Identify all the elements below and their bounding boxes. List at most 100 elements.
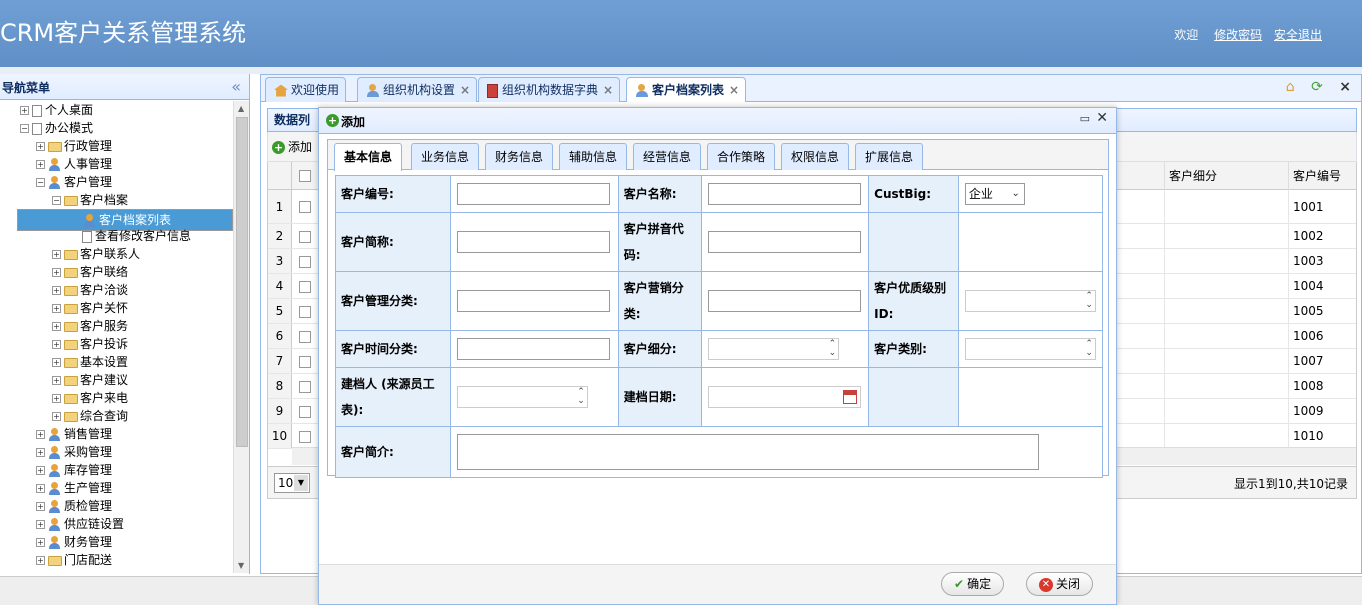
quality-level-spinner[interactable]: ⌃ ⌄ bbox=[964, 290, 1096, 312]
column-header-segment[interactable]: 客户细分 bbox=[1164, 162, 1288, 190]
expand-icon[interactable]: + bbox=[36, 142, 45, 151]
tree-item-inventory[interactable]: + 库存管理 bbox=[36, 461, 112, 479]
tab-basic-info[interactable]: 基本信息 bbox=[334, 143, 403, 171]
tree-item-suggestion[interactable]: + 客户建议 bbox=[52, 371, 128, 389]
tree-item-basic-settings[interactable]: + 基本设置 bbox=[52, 353, 128, 371]
tab-operation-info[interactable]: 经营信息 bbox=[633, 143, 702, 170]
tab-auxiliary-info[interactable]: 辅助信息 bbox=[559, 143, 628, 170]
row-checkbox[interactable] bbox=[299, 380, 311, 393]
expand-icon[interactable]: + bbox=[36, 520, 45, 529]
expand-icon[interactable]: + bbox=[52, 394, 61, 403]
tab-permission-info[interactable]: 权限信息 bbox=[781, 143, 850, 170]
row-checkbox[interactable] bbox=[299, 430, 311, 443]
column-header-code[interactable]: 客户编号 bbox=[1288, 162, 1356, 190]
spinner-arrows-icon[interactable]: ⌃ ⌄ bbox=[1085, 292, 1093, 310]
tab-welcome[interactable]: 欢迎使用 bbox=[265, 77, 347, 103]
home-tool-icon[interactable]: ⌂ bbox=[1286, 79, 1295, 95]
tab-org-dictionary[interactable]: 组织机构数据字典 × bbox=[478, 77, 621, 103]
sidebar-scrollbar[interactable]: ▲ ▼ bbox=[233, 101, 249, 573]
customer-code-input[interactable] bbox=[456, 183, 610, 205]
marketing-class-input[interactable] bbox=[708, 290, 862, 312]
row-checkbox[interactable] bbox=[299, 230, 311, 243]
tree-item-liaison[interactable]: + 客户联络 bbox=[52, 263, 128, 281]
tree-item-view-edit-customer[interactable]: 查看修改客户信息 bbox=[82, 227, 191, 245]
tree-item-incoming-call[interactable]: + 客户来电 bbox=[52, 389, 128, 407]
tree-item-contacts[interactable]: + 客户联系人 bbox=[52, 245, 140, 263]
mgmt-class-input[interactable] bbox=[456, 290, 610, 312]
close-button[interactable]: ✕ 关闭 bbox=[1026, 572, 1094, 596]
calendar-icon[interactable] bbox=[843, 390, 858, 404]
create-date-input[interactable] bbox=[708, 386, 862, 408]
change-password-link[interactable]: 修改密码 bbox=[1214, 28, 1262, 42]
tree-item-office[interactable]: − 办公模式 bbox=[20, 119, 93, 137]
tree-item-negotiation[interactable]: + 客户洽谈 bbox=[52, 281, 128, 299]
refresh-icon[interactable]: ⟳ bbox=[1311, 79, 1323, 95]
collapse-node-icon[interactable]: − bbox=[36, 178, 45, 187]
tree-item-customer-archive[interactable]: − 客户档案 bbox=[52, 191, 128, 209]
tab-business-info[interactable]: 业务信息 bbox=[411, 143, 480, 170]
tab-finance-info[interactable]: 财务信息 bbox=[485, 143, 554, 170]
expand-icon[interactable]: + bbox=[36, 556, 45, 565]
expand-icon[interactable]: + bbox=[52, 286, 61, 295]
customer-name-input[interactable] bbox=[708, 183, 862, 205]
collapse-node-icon[interactable]: − bbox=[52, 196, 61, 205]
tree-item-care[interactable]: + 客户关怀 bbox=[52, 299, 128, 317]
tab-extension-info[interactable]: 扩展信息 bbox=[855, 143, 924, 170]
tree-item-hr[interactable]: + 人事管理 bbox=[36, 155, 112, 173]
tree-item-finance[interactable]: + 财务管理 bbox=[36, 533, 112, 551]
intro-textarea[interactable] bbox=[456, 434, 1039, 470]
expand-icon[interactable]: + bbox=[52, 250, 61, 259]
expand-icon[interactable]: + bbox=[36, 448, 45, 457]
tree-item-service[interactable]: + 客户服务 bbox=[52, 317, 128, 335]
expand-icon[interactable]: + bbox=[52, 412, 61, 421]
tree-item-production[interactable]: + 生产管理 bbox=[36, 479, 112, 497]
expand-icon[interactable]: + bbox=[52, 376, 61, 385]
logout-link[interactable]: 安全退出 bbox=[1274, 28, 1322, 42]
tab-cooperation-strategy[interactable]: 合作策略 bbox=[707, 143, 776, 170]
collapse-icon[interactable]: « bbox=[231, 77, 241, 96]
tree-item-supply-chain[interactable]: + 供应链设置 bbox=[36, 515, 124, 533]
tree-item-customer-mgmt[interactable]: − 客户管理 bbox=[36, 173, 112, 191]
tree-item-personal-desk[interactable]: + 个人桌面 bbox=[20, 101, 93, 119]
creator-spinner[interactable]: ⌃ ⌄ bbox=[456, 386, 588, 408]
expand-icon[interactable]: + bbox=[52, 304, 61, 313]
tree-item-complaint[interactable]: + 客户投诉 bbox=[52, 335, 128, 353]
expand-icon[interactable]: + bbox=[36, 502, 45, 511]
close-icon[interactable]: × bbox=[729, 83, 739, 97]
row-checkbox[interactable] bbox=[299, 280, 311, 293]
scroll-up-icon[interactable]: ▲ bbox=[238, 104, 244, 113]
tree-item-store-delivery[interactable]: + 门店配送 bbox=[36, 551, 112, 569]
toolbar-add-button[interactable]: + 添加 bbox=[272, 138, 312, 155]
expand-icon[interactable]: + bbox=[52, 268, 61, 277]
confirm-button[interactable]: ✔ 确定 bbox=[941, 572, 1005, 596]
pinyin-code-input[interactable] bbox=[708, 231, 862, 253]
expand-icon[interactable]: + bbox=[52, 322, 61, 331]
expand-icon[interactable]: + bbox=[20, 106, 29, 115]
row-checkbox[interactable] bbox=[299, 201, 311, 213]
close-icon[interactable]: × bbox=[460, 83, 470, 97]
row-checkbox[interactable] bbox=[299, 405, 311, 418]
spinner-arrows-icon[interactable]: ⌃ ⌄ bbox=[829, 340, 837, 358]
tree-item-purchase[interactable]: + 采购管理 bbox=[36, 443, 112, 461]
close-icon[interactable]: ✕ bbox=[1096, 110, 1108, 126]
expand-icon[interactable]: + bbox=[36, 484, 45, 493]
expand-icon[interactable]: + bbox=[36, 430, 45, 439]
tree-item-admin[interactable]: + 行政管理 bbox=[36, 137, 112, 155]
spinner-arrows-icon[interactable]: ⌃ ⌄ bbox=[577, 388, 585, 406]
scrollbar-thumb[interactable] bbox=[236, 117, 248, 447]
tab-customer-archive-list[interactable]: 客户档案列表 × bbox=[626, 77, 747, 104]
tab-org-settings[interactable]: 组织机构设置 × bbox=[357, 77, 478, 103]
collapse-node-icon[interactable]: − bbox=[20, 124, 29, 133]
row-checkbox[interactable] bbox=[299, 355, 311, 368]
close-all-icon[interactable]: × bbox=[1339, 79, 1351, 95]
page-size-select[interactable]: 10 ▼ bbox=[274, 473, 310, 493]
row-checkbox[interactable] bbox=[299, 330, 311, 343]
category-spinner[interactable]: ⌃ ⌄ bbox=[964, 338, 1096, 360]
tree-item-sales[interactable]: + 销售管理 bbox=[36, 425, 112, 443]
spinner-arrows-icon[interactable]: ⌃ ⌄ bbox=[1085, 340, 1093, 358]
expand-icon[interactable]: + bbox=[52, 358, 61, 367]
select-all-checkbox[interactable] bbox=[299, 170, 311, 182]
scroll-down-icon[interactable]: ▼ bbox=[238, 561, 244, 570]
short-name-input[interactable] bbox=[456, 231, 610, 253]
expand-icon[interactable]: + bbox=[36, 466, 45, 475]
